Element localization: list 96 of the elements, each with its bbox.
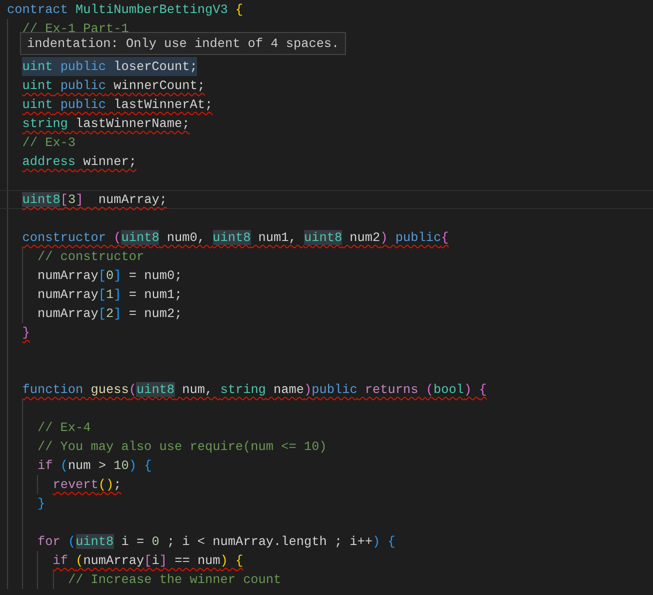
code-token: = num2; [128, 306, 182, 321]
code-token: string [220, 382, 266, 397]
code-token: public [59, 59, 106, 74]
code-token: 0 [106, 268, 114, 283]
code-token: returns [364, 382, 420, 397]
code-token: numArray [37, 268, 98, 283]
code-token: == num [174, 553, 220, 568]
code-token: num1, [257, 230, 298, 245]
code-comment: // You may also use require(num <= 10) [37, 439, 327, 454]
code-token: winnerCount; [112, 78, 205, 93]
code-token: [ [98, 268, 106, 283]
code-token: uint8 [304, 230, 342, 245]
code-token: 3 [68, 192, 76, 207]
code-token: public [312, 382, 358, 397]
code-token: ] [76, 192, 84, 207]
code-token: loserCount; [112, 59, 198, 74]
code-token: constructor [22, 230, 107, 245]
code-token: ( [98, 477, 106, 492]
code-token: } [22, 325, 30, 340]
code-token: 1 [106, 287, 114, 302]
code-token: ] [114, 306, 122, 321]
code-token: for [37, 534, 62, 549]
code-token: numArray [37, 306, 98, 321]
code-token: num, [181, 382, 214, 397]
code-token: = num0; [128, 268, 182, 283]
code-token: uint8 [76, 534, 114, 549]
code-comment: // Ex-4 [37, 420, 91, 435]
code-token: 10 [114, 458, 129, 473]
code-token: public [59, 78, 106, 93]
code-comment: // Increase the winner count [68, 572, 282, 587]
code-token: ) [380, 230, 388, 245]
code-comment: // constructor [37, 249, 144, 264]
code-token: public [394, 230, 442, 245]
code-token: numArray [83, 553, 144, 568]
code-token: [ [60, 192, 68, 207]
code-token: [ [98, 287, 106, 302]
code-token: num > [68, 458, 108, 473]
code-token: ) [372, 534, 382, 549]
code-token: numArray [37, 287, 98, 302]
code-comment: // Ex-3 [22, 135, 76, 150]
code-token: ( [426, 382, 434, 397]
code-token: i [152, 553, 160, 568]
code-token: lastWinnerName; [74, 116, 190, 131]
code-token: ; i < numArray.length ; i++ [166, 534, 373, 549]
code-token: ] [159, 553, 167, 568]
code-token: uint8 [22, 192, 60, 207]
code-token: ] [114, 287, 122, 302]
code-token: uint8 [121, 230, 160, 245]
code-token: ( [76, 553, 84, 568]
code-token: [ [144, 553, 152, 568]
code-token: i = [120, 534, 146, 549]
code-token: ) [304, 382, 312, 397]
code-token: winner; [82, 154, 136, 169]
code-token: MultiNumberBettingV3 [76, 2, 229, 17]
code-token: numArray; [97, 192, 167, 207]
code-token: bool [433, 382, 464, 397]
code-token: address [22, 154, 76, 169]
code-token: public [59, 97, 106, 112]
code-token: revert [52, 477, 98, 492]
code-token: if [37, 458, 54, 473]
code-token: num0, [166, 230, 206, 245]
code-token: uint [22, 59, 53, 74]
code-token: ( [128, 382, 136, 397]
code-token: 2 [106, 306, 114, 321]
code-token: } [37, 496, 46, 511]
code-token: ) [220, 553, 229, 568]
hover-tooltip: indentation: Only use indent of 4 spaces. [20, 32, 346, 55]
code-token: contract [7, 2, 69, 17]
code-token: [ [98, 306, 106, 321]
code-token: uint8 [136, 382, 175, 397]
code-token: = num1; [128, 287, 182, 302]
code-token: { [236, 553, 244, 568]
code-token: { [388, 534, 396, 549]
code-token: ] [114, 268, 122, 283]
code-token: 0 [152, 534, 160, 549]
code-token: ( [114, 230, 122, 245]
code-token: if [52, 553, 69, 568]
code-token: ) [128, 458, 138, 473]
code-token: string [22, 116, 68, 131]
code-token: { [235, 2, 244, 17]
code-token: ( [68, 534, 76, 549]
code-token: lastWinnerAt; [112, 97, 213, 112]
code-token: ; [114, 477, 122, 492]
code-token: uint8 [212, 230, 251, 245]
code-token: function [22, 382, 84, 397]
code-token: { [144, 458, 152, 473]
code-token: { [441, 230, 449, 245]
code-token: ( [60, 458, 68, 473]
code-token: uint [22, 78, 53, 93]
code-token: ) [106, 477, 114, 492]
code-token: ) [464, 382, 473, 397]
code-token: { [479, 382, 487, 397]
code-token: num2 [348, 230, 380, 245]
code-token: name [272, 382, 304, 397]
code-token: guess [90, 382, 129, 397]
code-token: uint [22, 97, 53, 112]
